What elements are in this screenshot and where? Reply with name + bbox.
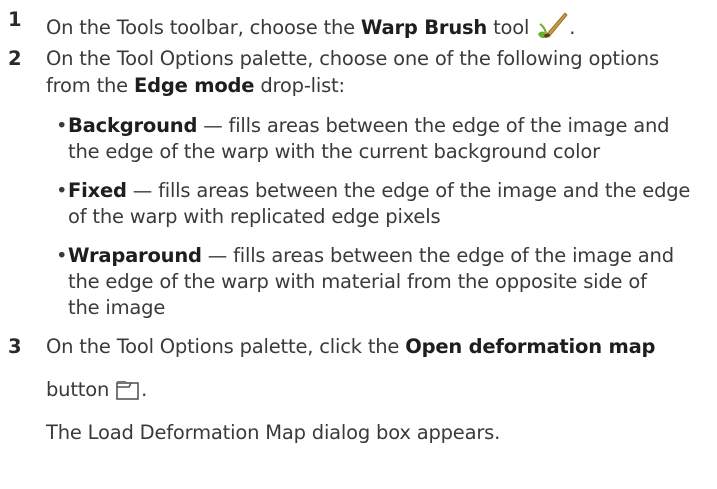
option-background-label: Background [68,114,198,137]
option-wraparound-line-3: the image [68,296,166,319]
step-2-line-1: On the Tool Options palette, choose one … [46,47,659,70]
option-background-line-2: the edge of the warp with the current ba… [68,140,600,163]
step-number: 2 [8,47,22,70]
option-wraparound-label: Wraparound [68,244,202,267]
option-background-line-1: Background — fills areas between the edg… [68,114,670,137]
option-fixed-line-1: Fixed — fills areas between the edge of … [68,181,690,201]
bullet: • [56,114,68,137]
step-3-end: . [141,378,148,401]
step-2-pre: from the [46,74,134,97]
step-2-post: drop-list: [254,74,345,97]
step-1-end: . [569,16,576,39]
step-number: 1 [8,8,22,31]
option-wraparound-desc: — fills areas between the edge of the im… [201,244,674,267]
bullet: • [56,179,68,202]
step-3-line-1: On the Tool Options palette, click the O… [46,335,656,358]
option-wraparound-line-2: the edge of the warp with material from … [68,270,647,293]
open-deformation-map-label: Open deformation map [405,335,656,358]
step-1-text: On the Tools toolbar, choose the Warp Br… [46,10,575,44]
option-fixed-label: Fixed [68,179,127,202]
step-1-pre: On the Tools toolbar, choose the [46,16,361,39]
step-3-pre: On the Tool Options palette, click the [46,335,406,358]
folder-open-icon [115,378,141,406]
step-1-post: tool [487,16,530,39]
edge-mode-label: Edge mode [133,74,255,97]
option-wraparound-line-1: Wraparound — fills areas between the edg… [68,246,674,266]
step-number: 3 [8,335,22,358]
step-3-line-2: button . [46,378,147,406]
warp-brush-tool-icon [535,10,569,44]
bullet: • [56,244,68,267]
step-2-line-2: from the Edge mode drop-list: [46,76,345,96]
option-background-desc: — fills areas between the edge of the im… [197,114,670,137]
option-fixed-line-2: of the warp with replicated edge pixels [68,205,441,228]
warp-brush-label: Warp Brush [360,16,488,39]
step-3-result: The Load Deformation Map dialog box appe… [46,421,501,444]
option-fixed-desc: — fills areas between the edge of the im… [126,179,691,202]
step-3-button-word: button [46,378,116,401]
